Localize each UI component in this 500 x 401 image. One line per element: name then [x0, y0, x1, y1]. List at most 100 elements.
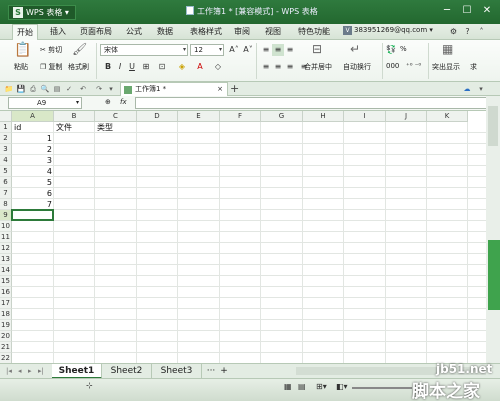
cell-a5[interactable]: 4	[14, 166, 52, 177]
row-header-6[interactable]: 6	[0, 177, 12, 188]
tab-view[interactable]: 视图	[265, 26, 281, 37]
row-header-11[interactable]: 11	[0, 232, 12, 243]
row-header-17[interactable]: 17	[0, 298, 12, 309]
cell-a3[interactable]: 2	[14, 144, 52, 155]
tab-table-style[interactable]: 表格样式	[190, 26, 222, 37]
account-button[interactable]: V 383951269@qq.com ▾	[343, 26, 433, 35]
decimal-buttons[interactable]: ⁺⁰ ⁻⁰	[406, 62, 421, 70]
column-header-c[interactable]: C	[95, 111, 137, 122]
fx-icon[interactable]: fx	[120, 98, 127, 106]
column-header-e[interactable]: E	[178, 111, 220, 122]
align-bottom-icon[interactable]: ≡	[284, 44, 296, 56]
cloud-icon[interactable]: ☁	[462, 84, 472, 94]
column-header-i[interactable]: I	[344, 111, 386, 122]
tab-data[interactable]: 数据	[157, 26, 173, 37]
first-sheet-icon[interactable]: |◂	[6, 367, 12, 375]
italic-icon[interactable]: I	[114, 61, 126, 73]
decrease-font-icon[interactable]: A˅	[242, 44, 254, 56]
undo-icon[interactable]: ↶	[78, 84, 88, 94]
cell-c1[interactable]: 类型	[97, 122, 135, 133]
column-header-h[interactable]: H	[303, 111, 344, 122]
column-header-f[interactable]: F	[220, 111, 261, 122]
borders-icon[interactable]: ⊞	[140, 61, 152, 73]
vertical-scrollbar[interactable]	[486, 96, 500, 363]
highlight-icon[interactable]: ▦	[442, 42, 453, 56]
tab-home[interactable]: 开始	[12, 24, 38, 40]
increase-font-icon[interactable]: A˄	[228, 44, 240, 56]
scrollbar-thumb[interactable]	[488, 106, 498, 146]
page-layout-view-icon[interactable]: ▤	[298, 382, 306, 391]
percent-button[interactable]: %	[400, 45, 407, 53]
merge-center-icon[interactable]: ⊟	[312, 42, 322, 56]
formula-input[interactable]	[135, 97, 500, 109]
select-all-corner[interactable]	[0, 111, 12, 122]
paste-icon[interactable]: 📋	[14, 42, 31, 58]
font-color-icon[interactable]: A	[194, 61, 206, 73]
maximize-icon[interactable]: ☐	[460, 4, 474, 18]
row-header-16[interactable]: 16	[0, 287, 12, 298]
column-header-d[interactable]: D	[137, 111, 178, 122]
row-header-10[interactable]: 10	[0, 221, 12, 232]
merge-center-button[interactable]: 合并居中	[304, 62, 332, 72]
cut-button[interactable]: ✂ 剪切	[40, 45, 62, 55]
spreadsheet-grid[interactable]: A B C D E F G H I J K 1 2 3 4 5 6 7 8 9 10 11 12 13 14 15 16 17 18 19…	[0, 111, 486, 363]
thousands-separator-button[interactable]: 000	[386, 62, 399, 70]
tab-menu-icon[interactable]: ▾	[476, 84, 486, 94]
row-header-15[interactable]: 15	[0, 276, 12, 287]
close-icon[interactable]: ✕	[480, 4, 494, 18]
new-tab-button[interactable]: +	[230, 82, 239, 95]
row-header-12[interactable]: 12	[0, 243, 12, 254]
align-left-icon[interactable]: ≡	[260, 61, 272, 73]
highlight-button[interactable]: 突出显示	[432, 62, 460, 72]
cell-a6[interactable]: 5	[14, 177, 52, 188]
normal-view-icon[interactable]: ▦	[284, 382, 292, 391]
row-header-7[interactable]: 7	[0, 188, 12, 199]
more-button[interactable]: 求	[470, 62, 477, 72]
close-tab-icon[interactable]: ×	[217, 83, 223, 96]
row-header-18[interactable]: 18	[0, 309, 12, 320]
paste-button[interactable]: 粘贴	[14, 62, 28, 72]
column-header-a[interactable]: A	[12, 111, 54, 122]
align-center-icon[interactable]: ≡	[272, 61, 284, 73]
sheet-tab-sheet2[interactable]: Sheet2	[102, 364, 152, 379]
clear-format-icon[interactable]: ◇	[212, 61, 224, 73]
minimize-icon[interactable]: ─	[440, 4, 454, 18]
print-icon[interactable]: ⎙	[28, 84, 38, 94]
last-sheet-icon[interactable]: ▸|	[38, 367, 44, 375]
redo-icon[interactable]: ↷	[94, 84, 104, 94]
wrap-text-icon[interactable]: ↵	[350, 42, 360, 56]
customize-icon[interactable]: ▾	[106, 84, 116, 94]
tab-insert[interactable]: 插入	[50, 26, 66, 37]
row-header-19[interactable]: 19	[0, 320, 12, 331]
prev-sheet-icon[interactable]: ◂	[18, 367, 22, 375]
zoom-slider[interactable]	[352, 387, 412, 389]
add-sheet-button[interactable]: +	[218, 364, 230, 379]
row-header-3[interactable]: 3	[0, 144, 12, 155]
cell-a1[interactable]: id	[14, 122, 52, 133]
column-header-g[interactable]: G	[261, 111, 303, 122]
settings-icon[interactable]: ⚙	[448, 26, 459, 37]
collapse-ribbon-icon[interactable]: ˄	[476, 26, 487, 37]
reading-mode-icon[interactable]: ◧▾	[336, 382, 348, 391]
column-header-b[interactable]: B	[54, 111, 95, 122]
row-header-13[interactable]: 13	[0, 254, 12, 265]
help-icon[interactable]: ?	[462, 26, 473, 37]
row-header-22[interactable]: 22	[0, 353, 12, 363]
format-painter-button[interactable]: 格式刷	[68, 62, 89, 72]
tab-page-layout[interactable]: 页面布局	[80, 26, 112, 37]
row-header-1[interactable]: 1	[0, 122, 12, 133]
wrap-text-button[interactable]: 自动换行	[343, 62, 371, 72]
font-size-select[interactable]: 12 ▾	[190, 44, 224, 56]
print-preview-icon[interactable]: 🔍	[40, 84, 50, 94]
brush-icon[interactable]: 🖌	[72, 42, 87, 56]
document-tab[interactable]: 工作簿1 * ×	[120, 82, 228, 96]
font-name-select[interactable]: 宋体 ▾	[100, 44, 188, 56]
active-cell-selection[interactable]	[11, 209, 54, 221]
underline-icon[interactable]: U	[126, 61, 138, 73]
wps-app-menu-button[interactable]: S WPS 表格 ▾	[8, 5, 76, 20]
cell-a4[interactable]: 3	[14, 155, 52, 166]
merge-cells-icon[interactable]: ⊡	[156, 61, 168, 73]
sheet-tab-sheet3[interactable]: Sheet3	[152, 364, 202, 379]
next-sheet-icon[interactable]: ▸	[28, 367, 32, 375]
folder-icon[interactable]: 📁	[4, 84, 14, 94]
